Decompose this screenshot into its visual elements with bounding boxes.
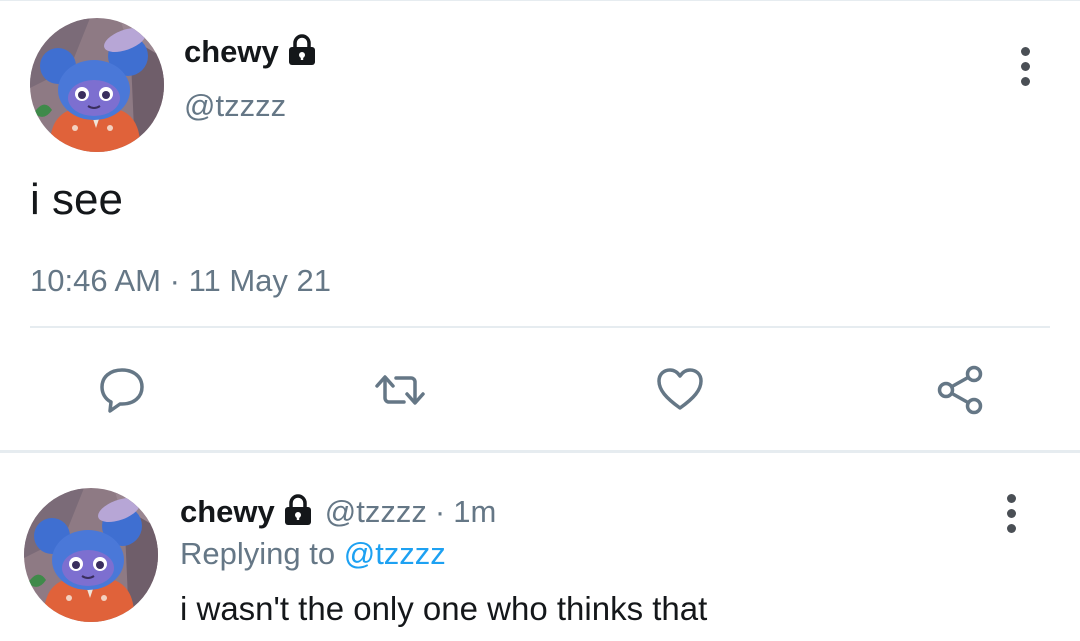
more-vertical-icon: [1020, 47, 1030, 56]
divider: [30, 326, 1050, 328]
reply-avatar[interactable]: [24, 488, 158, 622]
comment-icon: [100, 368, 144, 413]
reply-timestamp: 1m: [453, 494, 497, 529]
tweet-time: 10:46 AM: [30, 263, 161, 298]
retweet-button[interactable]: [374, 364, 426, 416]
display-name[interactable]: chewy: [184, 32, 279, 72]
reply-author-row: chewy @tzzzz · 1m: [180, 492, 496, 532]
avatar[interactable]: [30, 18, 164, 152]
tweet-text: i see: [30, 175, 123, 224]
more-options-button[interactable]: [1010, 47, 1040, 86]
section-divider: [0, 450, 1080, 453]
replying-to: Replying to @tzzzz: [180, 535, 446, 573]
reply-separator: ·: [434, 494, 446, 529]
lock-icon: [283, 493, 313, 531]
username[interactable]: @tzzzz: [184, 88, 286, 124]
lock-icon: [287, 33, 317, 71]
replying-to-label: Replying to: [180, 536, 336, 571]
heart-icon: [657, 368, 703, 410]
meta-separator: ·: [169, 263, 180, 298]
reply-more-options-button[interactable]: [996, 494, 1026, 533]
like-button[interactable]: [654, 364, 706, 416]
tweet-timestamp: 10:46 AM · 11 May 21: [30, 262, 331, 300]
author-row: chewy: [184, 32, 317, 72]
share-icon: [937, 365, 983, 415]
tweet-date: 11 May 21: [188, 263, 332, 298]
replying-to-link[interactable]: @tzzzz: [344, 536, 446, 571]
tweet-detail-screen: chewy @tzzzz i see 10:46 AM · 11 May 21: [0, 0, 1080, 641]
reply-button[interactable]: [96, 364, 148, 416]
retweet-icon: [375, 375, 425, 405]
top-divider: [0, 0, 1080, 1]
reply-text: i wasn't the only one who thinks that: [180, 590, 708, 627]
reply-display-name[interactable]: chewy: [180, 492, 275, 532]
share-button[interactable]: [934, 364, 986, 416]
more-vertical-icon: [1006, 494, 1016, 503]
reply-username[interactable]: @tzzzz: [325, 492, 427, 532]
